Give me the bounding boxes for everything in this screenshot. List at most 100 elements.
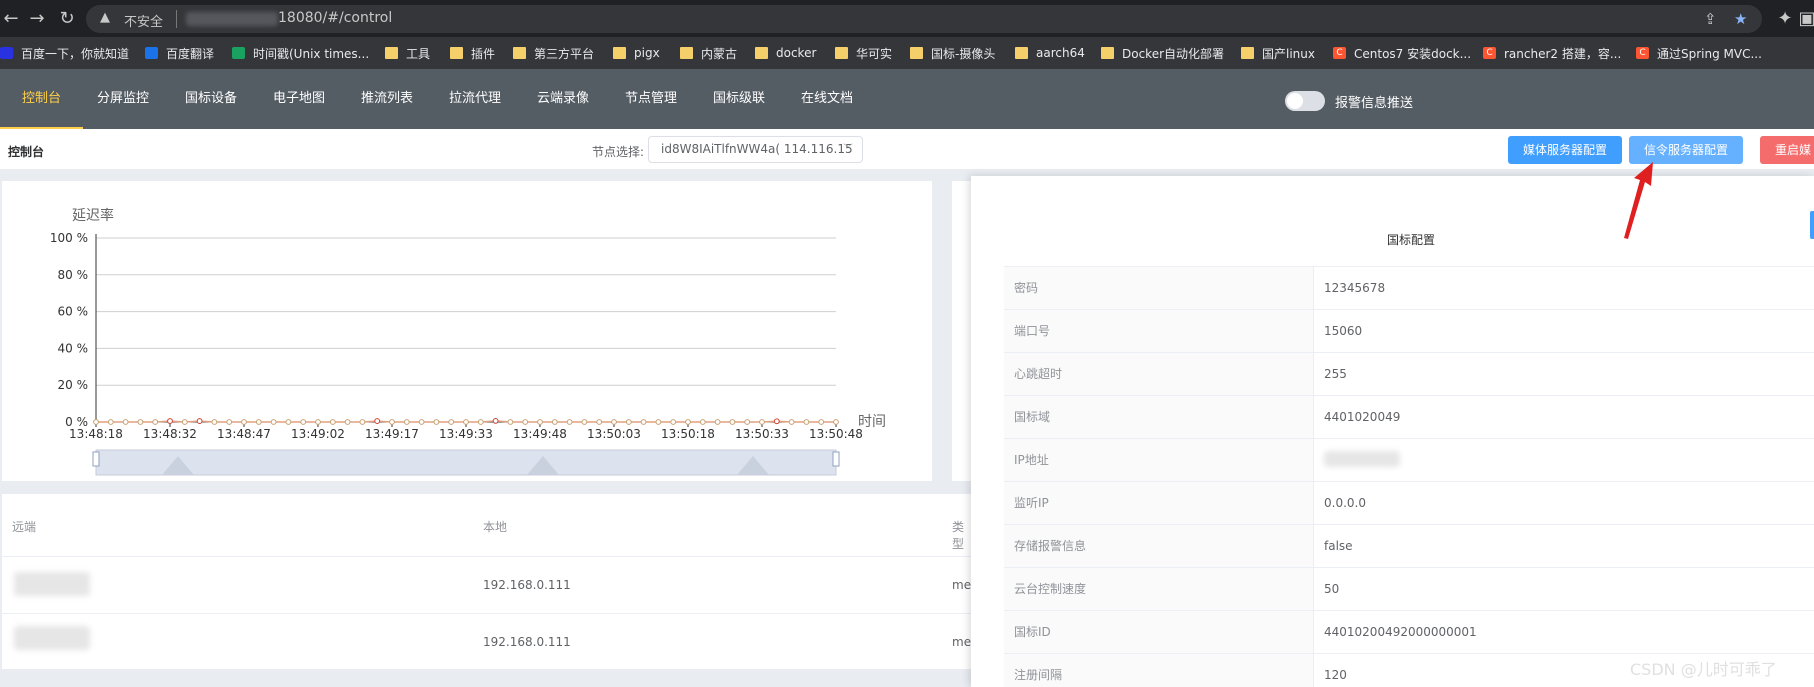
bookmark-item[interactable]: 国产linux bbox=[1241, 43, 1315, 63]
data-point bbox=[196, 418, 203, 424]
connection-table: 远端 本地 类型 192.168.0.111 me 192.168.0.111 … bbox=[2, 494, 972, 669]
node-select-label: 节点选择: bbox=[592, 145, 645, 159]
config-value: 50 bbox=[1324, 582, 1340, 596]
x-tick-label: 13:49:02 bbox=[291, 427, 345, 441]
config-label: 存储报警信息 bbox=[1004, 525, 1314, 567]
bookmark-label: 国标-摄像头 bbox=[931, 46, 996, 61]
config-row: 国标域 4401020049 bbox=[1004, 396, 1814, 439]
config-value: 255 bbox=[1324, 367, 1347, 381]
bookmark-item[interactable]: C Centos7 安装dock... bbox=[1333, 43, 1471, 63]
zoom-handle-left[interactable] bbox=[92, 451, 100, 467]
menu-item-split-monitor[interactable]: 分屏监控 bbox=[97, 69, 149, 129]
bookmark-item[interactable]: 国标-摄像头 bbox=[910, 43, 995, 63]
data-point bbox=[507, 419, 514, 425]
zoom-handle-right[interactable] bbox=[832, 451, 840, 467]
bookmark-item[interactable]: 第三方平台 bbox=[513, 43, 594, 63]
config-row: 密码 12345678 bbox=[1004, 267, 1814, 310]
bookmark-item[interactable]: 百度一下，你就知道 bbox=[0, 43, 129, 63]
forward-icon[interactable]: → bbox=[26, 8, 48, 30]
bookmark-item[interactable]: docker bbox=[755, 43, 816, 63]
config-label: 心跳超时 bbox=[1004, 353, 1314, 395]
config-row: 监听IP 0.0.0.0 bbox=[1004, 482, 1814, 525]
data-point bbox=[581, 419, 588, 425]
y-tick-label: 20 % bbox=[58, 378, 89, 392]
restart-media-button[interactable]: 重启媒 bbox=[1760, 136, 1814, 164]
bookmark-item[interactable]: 工具 bbox=[385, 43, 430, 63]
config-value: 15060 bbox=[1324, 324, 1363, 338]
data-point bbox=[699, 419, 706, 425]
data-point bbox=[477, 419, 484, 425]
data-point bbox=[788, 419, 795, 425]
bookmarks-bar: 百度一下，你就知道 百度翻译 时间戳(Unix times... 工具 插件 第… bbox=[0, 37, 1814, 69]
config-label: IP地址 bbox=[1004, 439, 1314, 481]
data-point bbox=[211, 419, 218, 425]
url-text: 18080/#/control bbox=[278, 10, 393, 26]
bookmark-label: aarch64 bbox=[1036, 46, 1085, 60]
data-point bbox=[418, 419, 425, 425]
data-point bbox=[773, 418, 780, 425]
bookmark-item[interactable]: 时间戳(Unix times... bbox=[232, 43, 369, 63]
data-point bbox=[803, 419, 810, 425]
reload-icon[interactable]: ↻ bbox=[56, 8, 78, 30]
connection-type: me bbox=[952, 578, 972, 592]
alarm-push-toggle[interactable] bbox=[1285, 91, 1325, 111]
bookmark-label: 时间戳(Unix times... bbox=[253, 46, 370, 61]
folder-icon bbox=[910, 47, 923, 59]
config-value: 0.0.0.0 bbox=[1324, 496, 1366, 510]
data-point bbox=[344, 419, 351, 425]
annotation-arrow bbox=[1624, 162, 1653, 239]
menu-item-map[interactable]: 电子地图 bbox=[273, 69, 325, 129]
data-point bbox=[374, 418, 381, 424]
bookmark-item[interactable]: 百度翻译 bbox=[145, 43, 214, 63]
bookmark-item[interactable]: 内蒙古 bbox=[680, 43, 737, 63]
tool-icon bbox=[232, 47, 245, 59]
bookmark-item[interactable]: aarch64 bbox=[1015, 43, 1085, 63]
data-point bbox=[403, 419, 410, 425]
redacted-value bbox=[1324, 451, 1400, 467]
dialog-title: 国标配置 bbox=[1387, 233, 1436, 247]
address-bar[interactable]: ▲ 不安全 18080/#/control ⇪ ★ bbox=[86, 5, 1762, 33]
menu-item-cloud-record[interactable]: 云端录像 bbox=[537, 69, 589, 129]
bookmark-item[interactable]: Crancher2 搭建，容... bbox=[1483, 43, 1621, 63]
bookmark-label: 百度一下，你就知道 bbox=[21, 46, 130, 61]
bookmark-item[interactable]: pigx bbox=[613, 43, 660, 63]
dialog-edge-tab[interactable] bbox=[1810, 211, 1814, 239]
bookmark-item[interactable]: Docker自动化部署 bbox=[1101, 43, 1224, 63]
menu-item-node-manage[interactable]: 节点管理 bbox=[625, 69, 677, 129]
folder-icon bbox=[755, 47, 768, 59]
menu-item-pull-proxy[interactable]: 拉流代理 bbox=[449, 69, 501, 129]
config-value: false bbox=[1324, 539, 1353, 553]
x-tick-label: 13:49:48 bbox=[513, 427, 567, 441]
bookmark-label: 工具 bbox=[406, 46, 431, 61]
media-server-config-button[interactable]: 媒体服务器配置 bbox=[1508, 136, 1623, 164]
watermark: CSDN @儿时可乖了 bbox=[1630, 660, 1777, 679]
warning-icon: ▲ bbox=[100, 10, 110, 25]
data-point bbox=[93, 419, 99, 425]
config-label: 监听IP bbox=[1004, 482, 1314, 524]
extensions-icon[interactable]: ✦ bbox=[1774, 8, 1796, 30]
data-point bbox=[744, 419, 751, 425]
menu-item-gb-cascade[interactable]: 国标级联 bbox=[713, 69, 765, 129]
profile-icon[interactable]: ▣ bbox=[1796, 8, 1814, 30]
x-axis-label: 时间 bbox=[858, 414, 886, 430]
node-select[interactable]: id8W8IAiTlfnWW4a( 114.116.15 ﹀ bbox=[648, 136, 863, 163]
baidu-icon bbox=[0, 47, 13, 59]
bookmark-label: pigx bbox=[634, 46, 660, 60]
share-icon[interactable]: ⇪ bbox=[1704, 10, 1717, 28]
back-icon[interactable]: ← bbox=[0, 8, 22, 30]
menu-item-gb-devices[interactable]: 国标设备 bbox=[185, 69, 237, 129]
data-point bbox=[551, 419, 558, 425]
bookmark-item[interactable]: 插件 bbox=[450, 43, 495, 63]
menu-item-docs[interactable]: 在线文档 bbox=[801, 69, 853, 129]
data-point bbox=[300, 419, 307, 425]
menu-item-push-list[interactable]: 推流列表 bbox=[361, 69, 413, 129]
star-icon[interactable]: ★ bbox=[1734, 10, 1747, 28]
menu-item-console[interactable]: 控制台 bbox=[0, 69, 84, 129]
bookmark-item[interactable]: C 通过Spring MVC... bbox=[1636, 43, 1762, 63]
arrow-shape bbox=[1624, 162, 1653, 239]
bookmark-label: 插件 bbox=[471, 46, 496, 61]
bookmark-item[interactable]: 华可实 bbox=[835, 43, 892, 63]
data-point bbox=[329, 419, 336, 425]
data-point bbox=[566, 419, 573, 425]
data-point bbox=[759, 419, 765, 425]
